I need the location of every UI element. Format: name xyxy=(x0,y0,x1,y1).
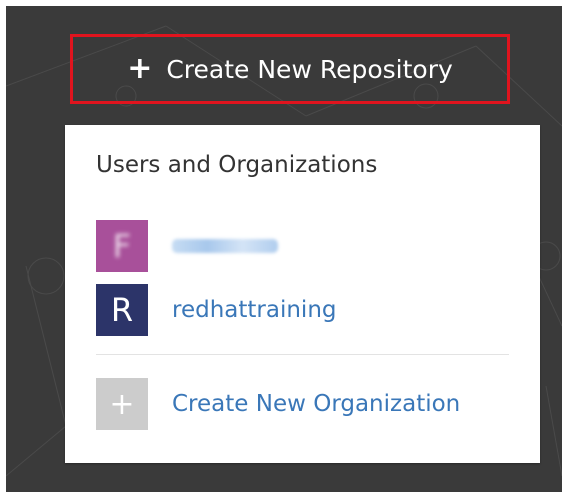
plus-icon: + xyxy=(96,378,148,430)
avatar-letter: R xyxy=(110,291,134,329)
menu-divider xyxy=(96,354,509,355)
plus-icon: + xyxy=(127,51,153,86)
organization-link[interactable]: redhattraining xyxy=(172,297,337,323)
avatar: F xyxy=(96,220,148,272)
create-new-organization-item[interactable]: + Create New Organization xyxy=(96,378,460,430)
menu-item-user[interactable]: F xyxy=(96,220,278,272)
create-new-organization-link[interactable]: Create New Organization xyxy=(172,391,460,417)
users-and-organizations-menu: Users and Organizations F R redhattraini… xyxy=(65,125,540,463)
create-new-repository-label: Create New Repository xyxy=(166,54,453,84)
create-new-repository-button[interactable]: + Create New Repository xyxy=(70,34,510,104)
menu-item-redhattraining[interactable]: R redhattraining xyxy=(96,284,337,336)
avatar: R xyxy=(96,284,148,336)
menu-title: Users and Organizations xyxy=(96,152,378,178)
avatar-letter: F xyxy=(112,227,132,265)
redacted-username xyxy=(172,239,278,253)
